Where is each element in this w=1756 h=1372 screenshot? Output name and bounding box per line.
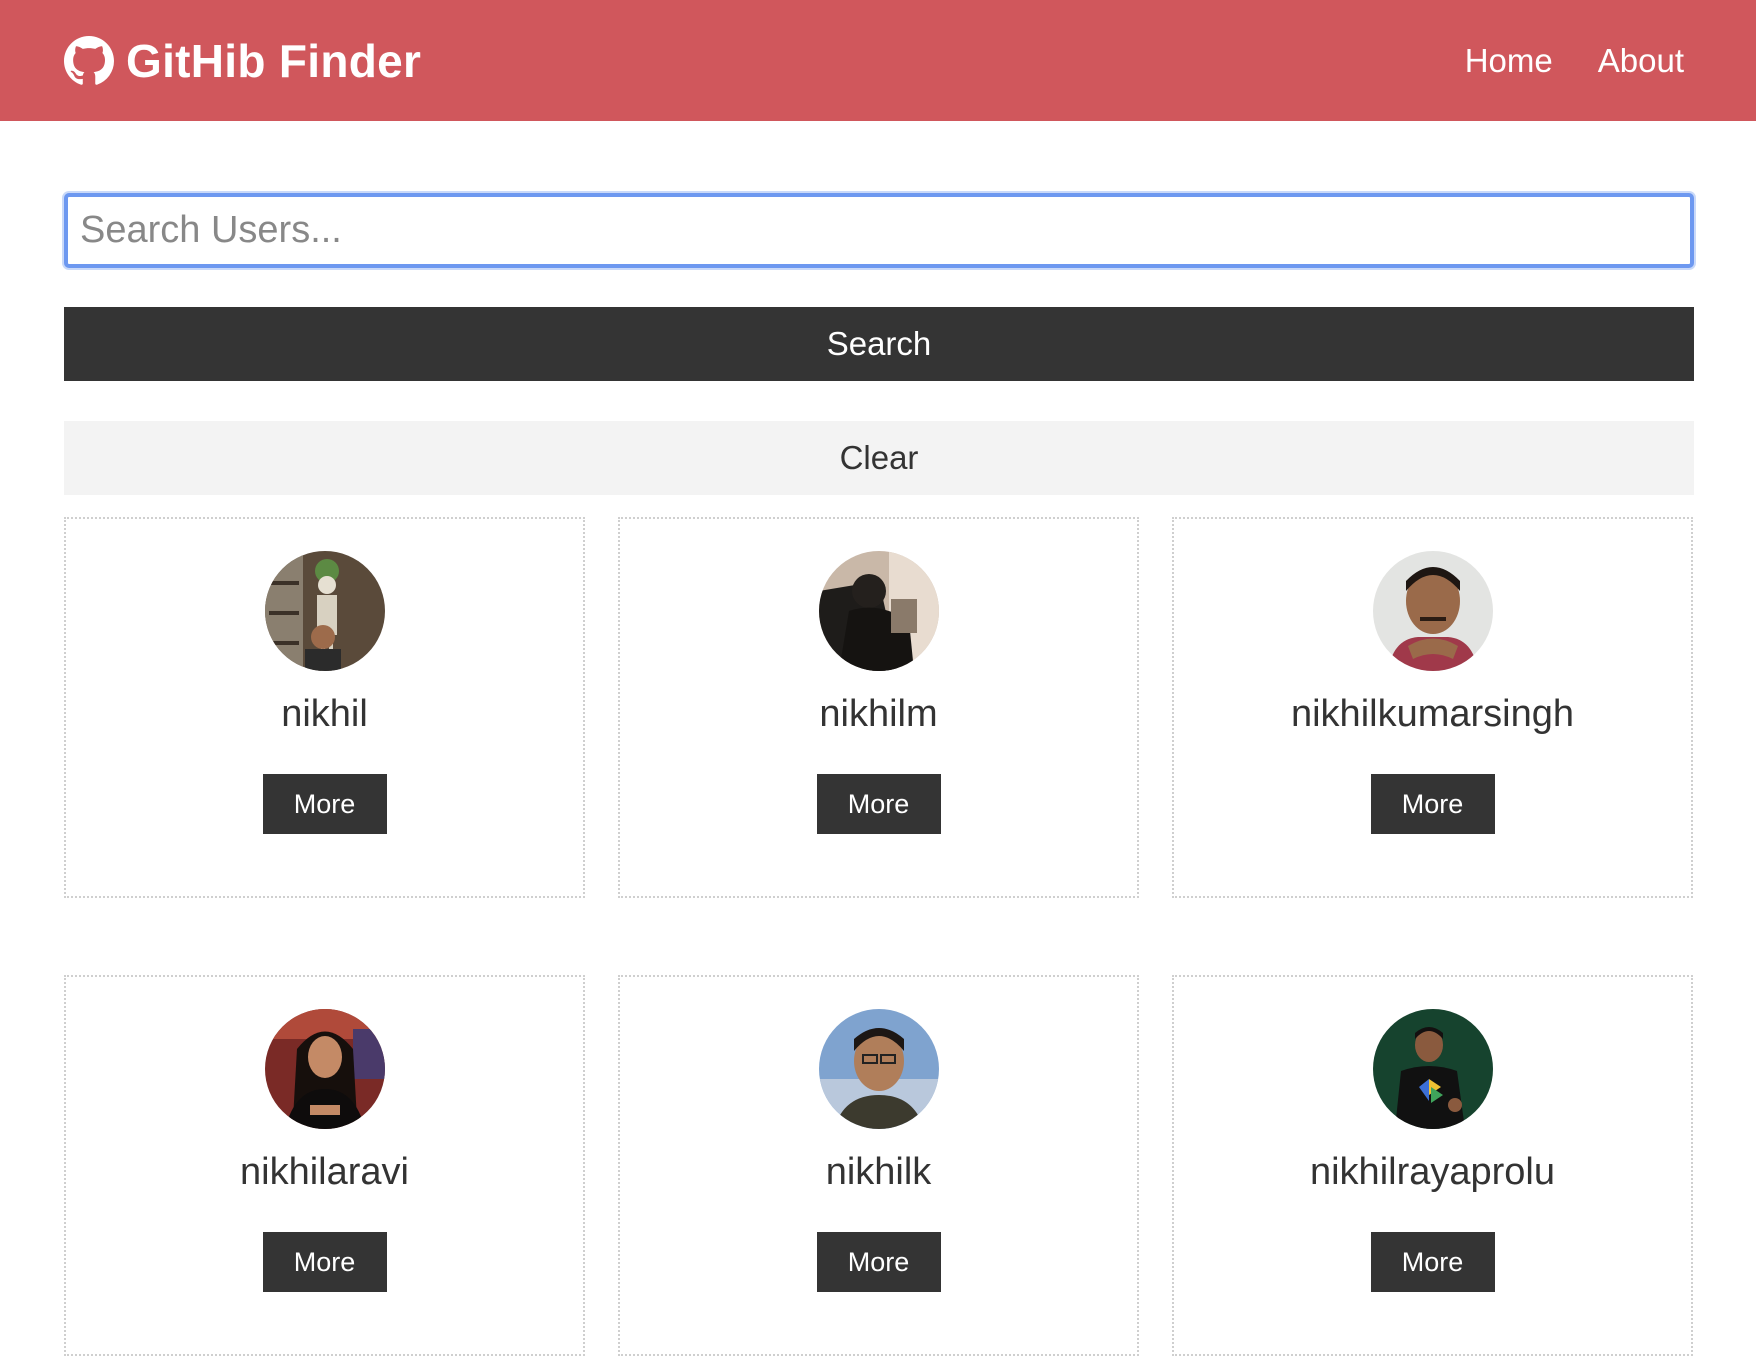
clear-button[interactable]: Clear xyxy=(64,421,1694,495)
more-button[interactable]: More xyxy=(262,774,387,834)
nav-links: Home About xyxy=(1465,42,1684,80)
app-title: GitHib Finder xyxy=(126,34,422,87)
search-form: Search xyxy=(64,193,1694,381)
github-icon xyxy=(64,35,114,85)
more-button[interactable]: More xyxy=(1370,774,1495,834)
user-card: nikhilkumarsingh More xyxy=(1172,517,1693,898)
avatar xyxy=(1372,1009,1493,1129)
navbar: GitHib Finder Home About xyxy=(0,0,1756,121)
username: nikhil xyxy=(281,693,368,735)
avatar xyxy=(264,551,385,671)
nav-link-about[interactable]: About xyxy=(1598,42,1684,80)
users-grid: nikhil More nikhilm More nikhilkumarsing… xyxy=(64,517,1694,1356)
more-button[interactable]: More xyxy=(262,1232,387,1292)
more-button[interactable]: More xyxy=(816,1232,941,1292)
user-card: nikhil More xyxy=(64,517,585,898)
username: nikhilm xyxy=(819,693,938,735)
user-card: nikhilaravi More xyxy=(64,975,585,1356)
more-button[interactable]: More xyxy=(1370,1232,1495,1292)
search-button[interactable]: Search xyxy=(64,307,1694,381)
more-button[interactable]: More xyxy=(816,774,941,834)
username: nikhilkumarsingh xyxy=(1290,693,1574,735)
avatar xyxy=(1372,551,1493,671)
avatar xyxy=(818,1009,939,1129)
avatar xyxy=(264,1009,385,1129)
username: nikhilaravi xyxy=(240,1151,409,1193)
avatar xyxy=(818,551,939,671)
user-card: nikhilk More xyxy=(618,975,1139,1356)
username: nikhilk xyxy=(825,1151,932,1193)
nav-link-home[interactable]: Home xyxy=(1465,42,1553,80)
brand: GitHib Finder xyxy=(64,34,421,88)
search-input[interactable] xyxy=(64,193,1694,268)
user-card: nikhilrayaprolu More xyxy=(1172,975,1693,1356)
user-card: nikhilm More xyxy=(618,517,1139,898)
username: nikhilrayaprolu xyxy=(1309,1151,1555,1193)
main-content: Search Clear ni xyxy=(64,193,1694,1356)
